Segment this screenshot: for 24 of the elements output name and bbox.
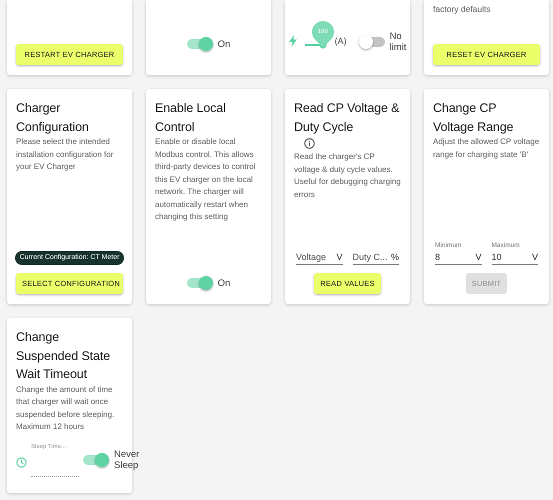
card-description: Change the amount of time that charger will wait once suspended before sleeping. Maximum 12 hours xyxy=(16,384,116,433)
card-title: Enable Local Control xyxy=(155,100,227,136)
unit-label: (A) xyxy=(334,34,347,48)
card-description: Enable or disable local Modbus control. This allows third-party devices to control this EV charger on the local network. The charger will automatically restart when changing this setting xyxy=(155,136,256,223)
input-field[interactable]: 8 xyxy=(435,250,476,264)
unit-suffix: V xyxy=(532,250,538,264)
toggle-label: On xyxy=(218,38,230,50)
card-description: Adjust the allowed CP voltage range for charging state 'B' xyxy=(433,136,540,161)
unit-suffix: V xyxy=(475,250,482,264)
toggle-label: Never Sleep xyxy=(114,449,140,471)
unit-suffix: V xyxy=(336,250,342,264)
toggle-label: On xyxy=(218,278,230,288)
card-description: factory defaults xyxy=(433,3,492,15)
input-field[interactable]: Duty C... xyxy=(352,250,391,264)
input-field[interactable]: Voltage xyxy=(296,250,336,264)
card-description: Please select the intended installation configuration for your EV Charger xyxy=(16,136,114,173)
card-description: Read the charger's CP voltage & duty cycle values. Useful for debugging charging errors xyxy=(294,151,401,200)
toggle-label: No limit xyxy=(390,31,406,53)
card-title: Charger Configuration xyxy=(16,100,90,136)
card-title: Change Suspended State Wait Timeout xyxy=(16,329,112,383)
input-field[interactable]: 10 xyxy=(492,250,532,264)
card-title: Read CP Voltage & Duty Cycle xyxy=(294,100,400,136)
unit-suffix: % xyxy=(390,250,399,264)
card-title: Change CP Voltage Range xyxy=(433,100,514,136)
